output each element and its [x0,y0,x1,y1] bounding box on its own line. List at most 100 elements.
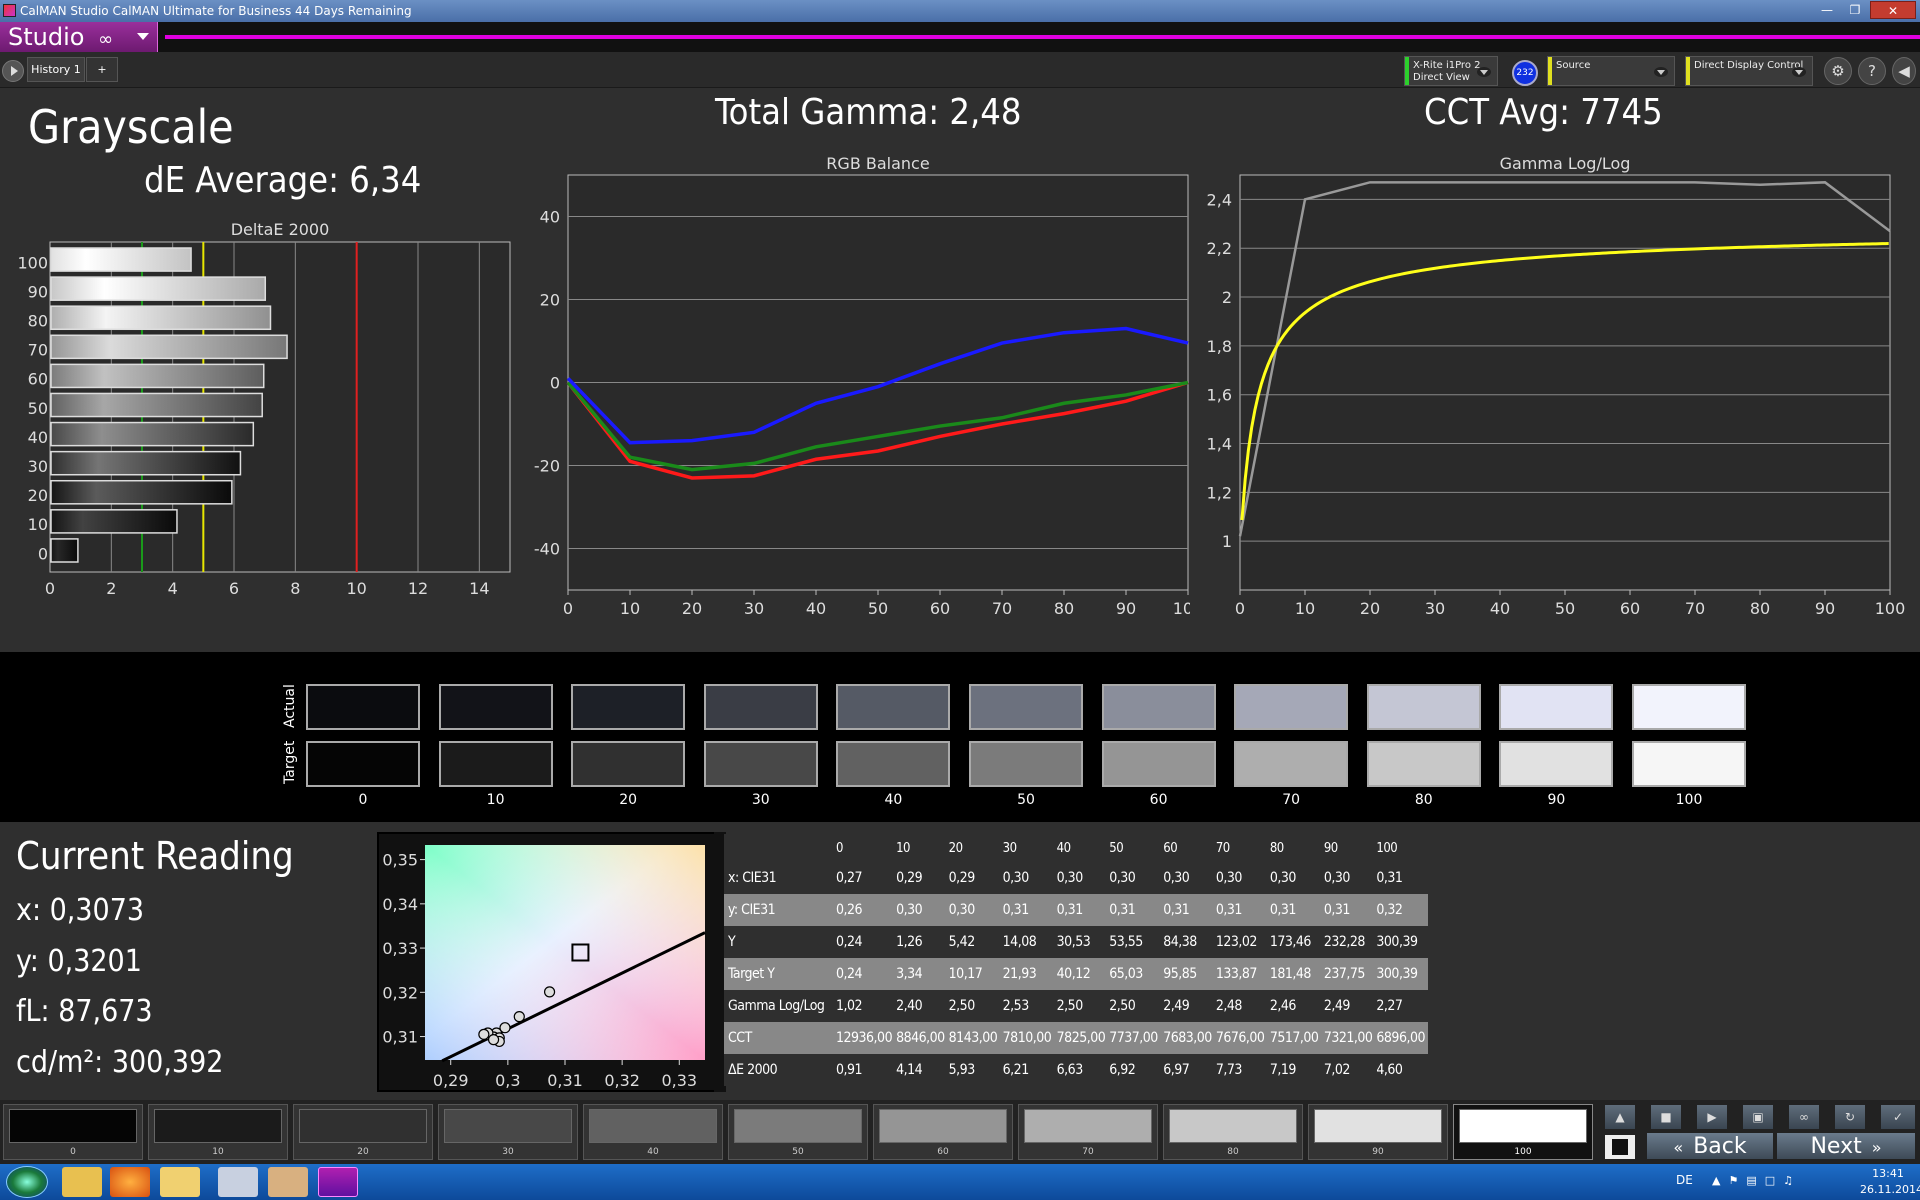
patch-button[interactable]: 0 [3,1104,143,1160]
save-icon[interactable]: ▣ [1742,1104,1774,1130]
play-arrow-icon[interactable] [2,60,24,82]
gamma-y-tick: 1,2 [1207,483,1232,502]
window-title: CalMAN Studio CalMAN Ultimate for Busine… [20,4,412,18]
rgb-x-tick: 50 [868,599,888,618]
chevron-down-icon [137,33,149,40]
start-button[interactable] [6,1166,48,1198]
eject-icon[interactable]: ▲ [1604,1104,1636,1130]
rgb-chart-title: RGB Balance [826,154,929,173]
check-icon[interactable]: ✓ [1880,1104,1916,1130]
explorer-icon[interactable] [62,1167,102,1197]
patch-label: 50 [792,1147,804,1157]
table-header-cell: 100 [1372,834,1429,862]
minimize-button[interactable]: — [1814,1,1840,19]
display-selector[interactable]: Direct Display Control [1685,56,1813,86]
patch-button[interactable]: 100 [1453,1104,1593,1160]
table-cell: 0,24 [832,958,893,990]
gear-icon[interactable]: ⚙ [1824,57,1852,85]
patch-button[interactable]: 50 [728,1104,868,1160]
table-cell: 4,14 [892,1054,945,1086]
display-status-mark [1686,57,1690,85]
paint-icon[interactable] [268,1167,308,1197]
cie-x-tick: 0,31 [547,1071,583,1090]
table-cell: 232,28 [1319,926,1373,958]
clock-date[interactable]: 26.11.2014 [1860,1183,1920,1196]
tray-icons[interactable]: ▲⚑▤□♫ [1712,1174,1801,1187]
patch-button[interactable]: 80 [1163,1104,1303,1160]
back-button[interactable]: « Back [1646,1132,1774,1160]
meter-badge[interactable]: 232 [1512,60,1538,86]
patch-color [1024,1109,1152,1143]
cie-y-tick: 0,32 [382,983,418,1002]
stop-icon[interactable]: ■ [1650,1104,1682,1130]
help-icon[interactable]: ? [1858,57,1886,85]
next-label: Next [1810,1134,1862,1159]
cie-y-tick: 0,33 [382,939,418,958]
table-cell: 5,42 [944,926,999,958]
rgb-x-tick: 60 [930,599,950,618]
cie-y-tick: 0,34 [382,895,418,914]
add-tab-button[interactable]: + [86,57,118,82]
calculator-icon[interactable] [218,1167,258,1197]
tab-history-1[interactable]: History 1 [27,57,85,82]
patch-button[interactable]: 10 [148,1104,288,1160]
gamma-x-tick: 50 [1555,599,1575,618]
patch-button[interactable]: 20 [293,1104,433,1160]
deltae-x-tick: 14 [469,579,489,598]
actual-row-label: Actual [282,684,298,728]
patch-label: 80 [1227,1147,1239,1157]
table-cell: 0,31 [1265,894,1320,926]
refresh-icon[interactable]: ↻ [1834,1104,1866,1130]
patch-button[interactable]: 30 [438,1104,578,1160]
table-cell: 0,31 [1105,894,1160,926]
table-cell: 123,02 [1211,926,1266,958]
language-indicator[interactable]: DE [1676,1173,1693,1187]
gamma-x-tick: 60 [1620,599,1640,618]
patch-button[interactable]: 60 [873,1104,1013,1160]
table-cell: 0,29 [892,862,945,894]
target-swatch [703,741,818,787]
next-button[interactable]: Next » [1776,1132,1916,1160]
stop-measure-button[interactable] [1604,1134,1636,1160]
patch-button[interactable]: 90 [1308,1104,1448,1160]
close-button[interactable]: ✕ [1870,1,1916,19]
rgb-x-tick: 30 [744,599,764,618]
patch-color [1459,1109,1587,1143]
source-selector[interactable]: Source [1547,56,1675,86]
clock-time[interactable]: 13:41 [1860,1167,1916,1180]
swatch-level-label: 90 [1547,792,1566,808]
table-cell: 7737,00 [1105,1022,1160,1054]
deltae-y-tick: 70 [28,341,48,360]
patch-label: 60 [937,1147,949,1157]
meter-selector[interactable]: X-Rite i1Pro 2 Direct View [1404,56,1498,86]
actual-swatch [1101,684,1216,730]
deltae-bar [50,509,178,534]
patch-button[interactable]: 70 [1018,1104,1158,1160]
deltae-y-tick: 20 [28,486,48,505]
restore-button[interactable]: ❐ [1842,1,1868,19]
calman-taskbar-icon[interactable] [318,1167,358,1197]
table-cell: 53,55 [1105,926,1160,958]
table-cell: 0,29 [944,862,999,894]
deltae-x-tick: 0 [45,579,55,598]
studio-menu-button[interactable]: Studio ∞ [0,22,158,52]
table-cell: 6,63 [1052,1054,1106,1086]
table-header-cell [724,834,832,862]
actual-swatch [1499,684,1614,730]
gamma-y-tick: 1 [1222,532,1232,551]
collapse-arrow-icon[interactable]: ◀ [1892,57,1916,85]
folder-icon[interactable] [160,1167,200,1197]
table-cell: 0,30 [1159,862,1212,894]
patch-button[interactable]: 40 [583,1104,723,1160]
deltae-x-tick: 2 [106,579,116,598]
loop-icon[interactable]: ∞ [1788,1104,1820,1130]
gamma-x-tick: 0 [1235,599,1245,618]
play-icon[interactable]: ▶ [1696,1104,1728,1130]
cie-reading-point [513,1011,525,1023]
swatch-level-label: 50 [1017,792,1035,808]
rgb-y-tick: 20 [540,291,560,310]
media-player-icon[interactable] [110,1167,150,1197]
rgb-x-tick: 10 [620,599,640,618]
table-header-row: 0 10 20 30 40 50 60 70 80 90 100 [724,834,1429,862]
patch-color [1169,1109,1297,1143]
